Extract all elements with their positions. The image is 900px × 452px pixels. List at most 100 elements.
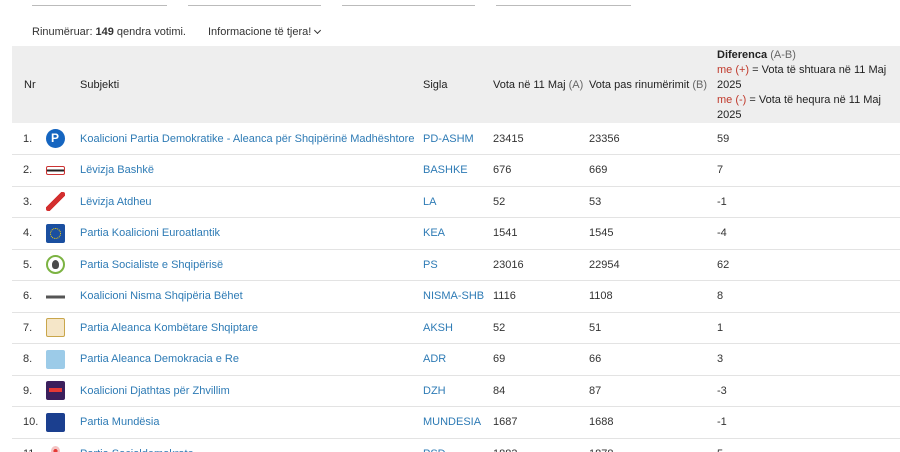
row-nr: 10. [23,416,39,429]
row-votes-recount: 1108 [589,290,613,303]
results-table-container: Nr Subjekti Sigla Vota në 11 Maj (A) Vot… [12,46,900,452]
header-logo [46,46,80,123]
row-nr: 6. [23,290,33,303]
table-row: 2. Lëvizja Bashkë BASHKE 676 669 7 [12,155,900,187]
row-sigla: NISMA-SHB [423,281,493,313]
row-votes-may: 1883 [493,438,589,452]
row-votes-recount: 87 [589,384,602,397]
filter-select-2[interactable] [188,5,321,6]
header-votes-recount-sub: (B) [692,78,707,91]
row-votes-recount: 23356 [589,132,620,145]
row-votes-may: 1116 [493,290,516,303]
sigla-link[interactable]: NISMA-SHB [423,290,484,302]
row-votes-recount: 1545 [589,227,614,240]
pd-ashm-logo [46,129,65,148]
row-difference: 7 [717,164,724,177]
row-nr: 9. [23,384,33,397]
kea-logo [46,223,65,243]
row-nr: 7. [23,321,33,334]
row-subject: Lëvizja Atdheu [80,186,423,218]
header-subject: Subjekti [80,78,120,91]
row-votes-may: 1687 [493,416,518,429]
row-votes-may: 23415 [493,132,524,145]
row-difference: -3 [717,384,727,397]
subject-link[interactable]: Lëvizja Bashkë [80,164,154,176]
row-logo-cell [46,249,80,281]
row-votes-may: 23016 [493,258,524,271]
header-votes-may: Vota në 11 Maj (A) [493,46,589,123]
row-logo-cell [46,186,80,218]
row-sigla: KEA [423,218,493,250]
filter-bar [0,0,900,8]
summary-unit: qendra votimi. [116,26,186,38]
results-table: Nr Subjekti Sigla Vota në 11 Maj (A) Vot… [12,46,900,452]
row-sigla: LA [423,186,493,218]
row-subject: Lëvizja Bashkë [80,155,423,187]
subject-link[interactable]: Lëvizja Atdheu [80,196,152,208]
row-sigla: PS [423,249,493,281]
subject-link[interactable]: Koalicioni Partia Demokratike - Aleanca … [80,133,414,145]
subject-link[interactable]: Partia Aleanca Demokracia e Re [80,353,239,365]
row-nr: 1. [23,132,33,145]
more-info-label[interactable]: Informacione të tjera! [208,26,311,38]
row-difference: 5 [717,438,900,452]
nisma-logo [46,286,65,306]
subject-link[interactable]: Partia Koalicioni Euroatlantik [80,227,220,239]
filter-select-1[interactable] [32,5,167,6]
chevron-down-icon[interactable] [314,26,322,35]
header-diff-minus-prefix: me (-) [717,94,747,106]
sigla-link[interactable]: PSD [423,448,446,452]
row-logo-cell [46,438,80,452]
row-logo-cell [46,407,80,439]
subject-link[interactable]: Partia Socialiste e Shqipërisë [80,259,223,271]
table-row: 9. Koalicioni Djathtas për Zhvillim DZH 84 8… [12,375,900,407]
row-nr: 4. [23,227,33,240]
table-header-row: Nr Subjekti Sigla Vota në 11 Maj (A) Vot… [12,46,900,123]
subject-link[interactable]: Koalicioni Djathtas për Zhvillim [80,385,230,397]
row-difference: 3 [717,353,724,366]
table-row: 10. Partia Mundësia MUNDESIA 1687 1688 -1 [12,407,900,439]
sigla-link[interactable]: AKSH [423,322,453,334]
header-votes-may-sub: (A) [568,78,584,91]
header-diff-label: Diferenca [717,49,768,61]
subject-link[interactable]: Koalicioni Nisma Shqipëria Bëhet [80,290,243,302]
sigla-link[interactable]: BASHKE [423,164,468,176]
row-nr: 5. [23,258,33,271]
table-row: 8. Partia Aleanca Demokracia e Re ADR 69 66 3 [12,344,900,375]
row-logo-cell [46,281,80,313]
row-difference: -1 [717,416,727,429]
row-difference: 8 [717,290,724,303]
row-logo-cell [46,123,80,155]
sigla-link[interactable]: PS [423,259,438,271]
row-logo-cell [46,312,80,344]
row-logo-cell [46,218,80,250]
row-nr: 11. [12,438,46,452]
filter-select-3[interactable] [342,5,475,6]
sigla-link[interactable]: ADR [423,353,446,365]
table-row: 1. Koalicioni Partia Demokratike - Aleanc… [12,123,900,155]
subject-link[interactable]: Partia Aleanca Kombëtare Shqiptare [80,322,258,334]
header-votes-may-label: Vota në 11 Maj [493,78,566,91]
row-votes-may: 52 [493,321,506,334]
row-votes-may: 84 [493,384,506,397]
bashke-logo [46,165,65,175]
mundesia-logo [46,412,65,432]
sigla-link[interactable]: LA [423,196,436,208]
row-votes-recount: 66 [589,353,602,366]
sigla-link[interactable]: MUNDESIA [423,416,481,428]
sigla-link[interactable]: KEA [423,227,445,239]
row-votes-may: 1541 [493,227,518,240]
subject-link[interactable]: Partia Mundësia [80,416,160,428]
subject-link[interactable]: Partia Socialdemokrate [80,448,194,452]
table-row: 11. Partia Socialdemokrate PSD 188318785 [12,438,900,452]
recount-summary: Rinumëruar: 149 qendra votimi. Informaci… [32,26,322,38]
sigla-link[interactable]: DZH [423,385,446,397]
row-difference: 1 [717,321,724,334]
sigla-link[interactable]: PD-ASHM [423,133,474,145]
row-votes-recount: 1688 [589,416,614,429]
filter-select-4[interactable] [496,5,631,6]
row-sigla: AKSH [423,312,493,344]
table-row: 7. Partia Aleanca Kombëtare Shqiptare AKSH… [12,312,900,344]
row-difference: -4 [717,227,727,240]
more-info-dropdown[interactable]: Informacione të tjera! [208,26,322,38]
